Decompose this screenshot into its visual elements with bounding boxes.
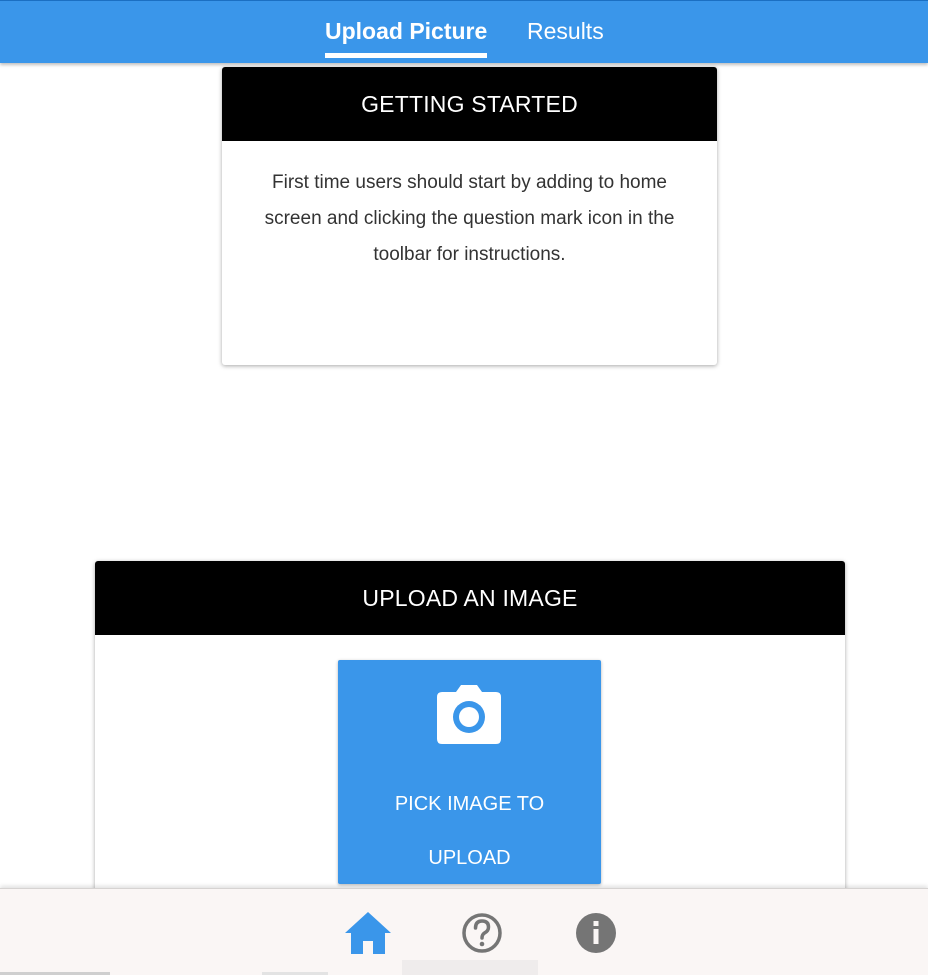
info-icon (576, 913, 616, 953)
upload-card: UPLOAD AN IMAGE PICK IMAGE TO UPLOAD (95, 561, 845, 901)
info-button[interactable] (570, 907, 622, 959)
pick-image-button[interactable]: PICK IMAGE TO UPLOAD (338, 660, 601, 884)
camera-icon (437, 685, 501, 744)
active-tab-indicator (325, 53, 488, 58)
home-button[interactable] (342, 907, 394, 959)
getting-started-text: First time users should start by adding … (264, 172, 675, 265)
top-tab-bar: Upload Picture Results (0, 0, 928, 63)
getting-started-header: GETTING STARTED (222, 67, 717, 141)
tab-upload-picture[interactable]: Upload Picture (325, 1, 488, 64)
upload-header: UPLOAD AN IMAGE (95, 561, 845, 635)
tab-results[interactable]: Results (527, 1, 604, 64)
tab-upload-picture-label: Upload Picture (325, 18, 488, 44)
help-icon (462, 913, 502, 953)
home-icon (345, 912, 391, 954)
tab-results-label: Results (527, 18, 604, 44)
upload-body: PICK IMAGE TO UPLOAD (95, 635, 845, 901)
pick-image-label: PICK IMAGE TO UPLOAD (394, 793, 545, 869)
help-button[interactable] (456, 907, 508, 959)
getting-started-card: GETTING STARTED First time users should … (222, 67, 717, 365)
bottom-strip (402, 960, 538, 975)
